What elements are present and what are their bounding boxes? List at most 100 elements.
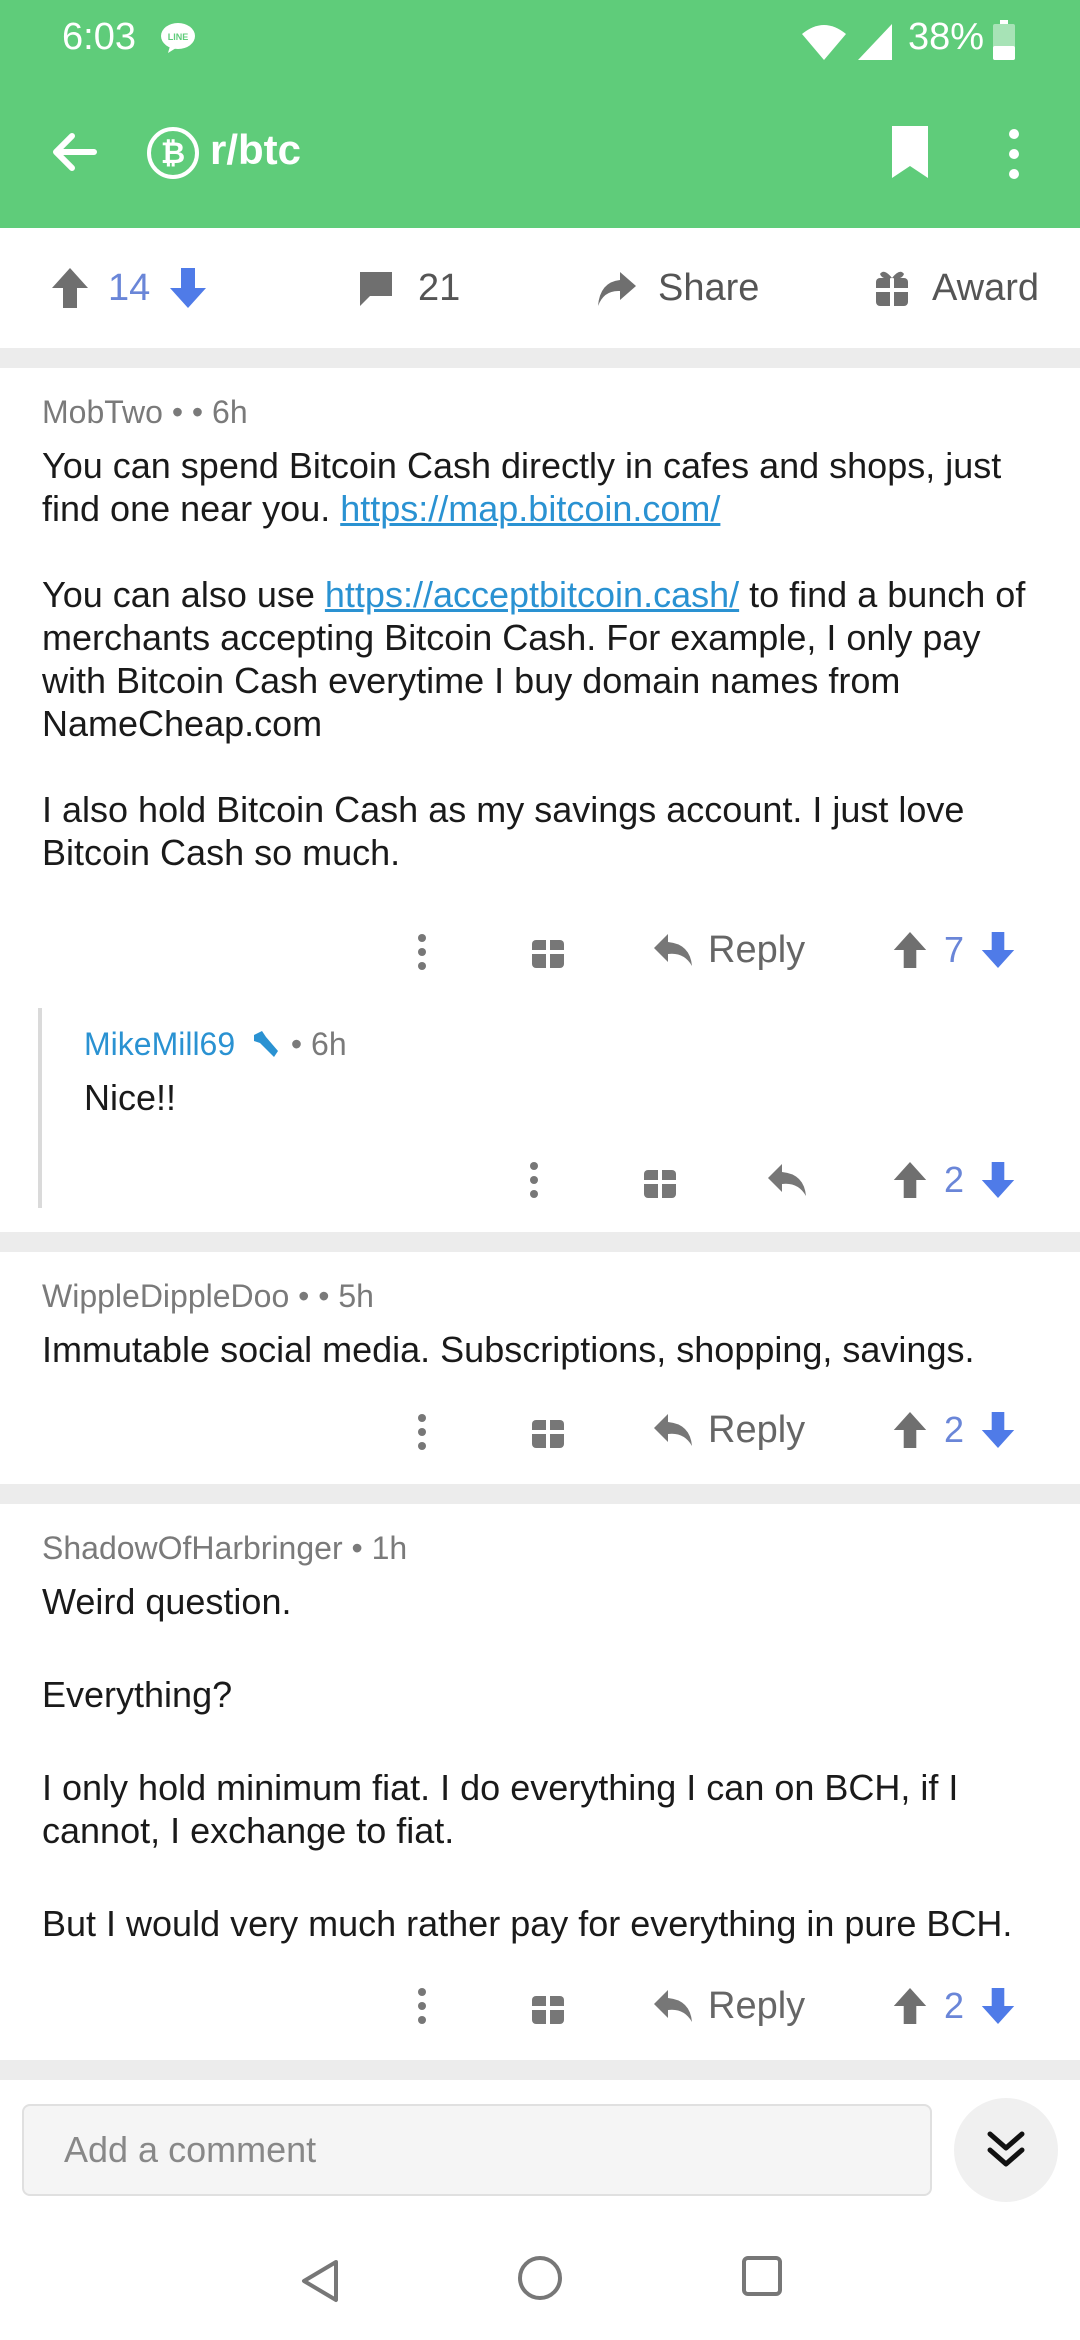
comment-vote-group: 2 (892, 1402, 1016, 1458)
comment-time: • • 5h (298, 1278, 374, 1314)
comment-author[interactable]: WippleDippleDoo (42, 1278, 289, 1314)
comment-score: 2 (944, 1159, 965, 1200)
post-score: 14 (108, 266, 151, 309)
status-bar: 6:03 LINE 38% (0, 0, 1080, 80)
double-chevron-down-icon (987, 2131, 1025, 2167)
add-comment-input[interactable] (24, 2106, 930, 2194)
comment-paragraph: I only hold minimum fiat. I do everythin… (42, 1767, 959, 1851)
reply-arrow-icon (654, 1990, 692, 2022)
back-arrow-icon[interactable] (44, 122, 104, 182)
downvote-arrow-icon[interactable] (980, 930, 1016, 970)
gift-icon (876, 271, 908, 306)
section-divider (0, 348, 1080, 368)
more-options-icon[interactable] (524, 1152, 544, 1208)
reply-button[interactable]: Reply (652, 1402, 805, 1458)
nav-home-icon[interactable] (516, 2254, 564, 2302)
status-time: 6:03 (62, 16, 136, 58)
section-divider (0, 1232, 1080, 1252)
line-app-icon: LINE (161, 23, 195, 53)
reply-arrow-icon[interactable] (766, 1162, 808, 1198)
acceptbitcoin-link[interactable]: https://acceptbitcoin.cash/ (325, 574, 739, 615)
upvote-arrow-icon[interactable] (892, 1986, 928, 2026)
svg-text:LINE: LINE (168, 32, 189, 42)
comment-meta: MobTwo • • 6h (42, 394, 248, 431)
upvote-arrow-icon[interactable] (892, 1160, 928, 1200)
comment-paragraph: You can also use https://acceptbitcoin.c… (42, 573, 1042, 745)
comment-meta: WippleDippleDoo • • 5h (42, 1278, 374, 1315)
upvote-arrow-icon[interactable] (50, 266, 90, 310)
reply-button[interactable]: Reply (652, 1978, 805, 2034)
more-options-icon[interactable] (412, 1978, 432, 2034)
map-link[interactable]: https://map.bitcoin.com/ (340, 488, 720, 529)
jump-next-button[interactable] (954, 2098, 1058, 2202)
comment-paragraph: Weird question. (42, 1581, 292, 1622)
post-comments-button[interactable]: 21 (356, 260, 460, 316)
upvote-arrow-icon[interactable] (892, 930, 928, 970)
more-options-icon[interactable] (412, 924, 432, 980)
comment-text: You can also use (42, 574, 325, 615)
comment-time: • 6h (290, 1026, 347, 1062)
wifi-icon (802, 25, 846, 60)
comment-body: Nice!! (84, 1077, 177, 1118)
comment-score: 2 (944, 1409, 965, 1450)
nav-recents-icon[interactable] (740, 2254, 784, 2298)
reply-arrow-icon (654, 934, 692, 966)
post-share-label: Share (658, 266, 760, 309)
bitcoin-icon: ₿ (147, 127, 199, 179)
downvote-arrow-icon[interactable] (980, 1410, 1016, 1450)
award-gift-icon[interactable] (530, 1410, 566, 1450)
comment-author[interactable]: MobTwo (42, 394, 163, 430)
upvote-arrow-icon[interactable] (892, 1410, 928, 1450)
comment-time: • 1h (351, 1530, 408, 1566)
comment-score: 2 (944, 1985, 965, 2026)
battery-icon (993, 20, 1015, 60)
nav-back-icon[interactable] (296, 2256, 346, 2306)
comment-vote-group: 2 (892, 1152, 1016, 1208)
comment-vote-group: 2 (892, 1978, 1016, 2034)
subreddit-title[interactable]: r/btc (210, 126, 301, 174)
add-comment-field[interactable] (22, 2104, 932, 2196)
reply-button[interactable]: Reply (652, 922, 805, 978)
post-action-bar: 14 21 Share Award (0, 228, 1080, 348)
comment-author[interactable]: ShadowOfHarbringer (42, 1530, 343, 1566)
signal-icon (858, 24, 892, 60)
award-gift-icon[interactable] (530, 930, 566, 970)
app-bar: 6:03 LINE 38% ₿ r/btc (0, 0, 1080, 228)
post-vote-group: 14 (50, 260, 208, 316)
downvote-arrow-icon[interactable] (168, 266, 208, 310)
battery-percent: 38% (908, 16, 985, 58)
comment-paragraph: Everything? (42, 1674, 233, 1715)
comment-paragraph: You can spend Bitcoin Cash directly in c… (42, 444, 1042, 530)
downvote-arrow-icon[interactable] (980, 1986, 1016, 2026)
post-award-label: Award (932, 266, 1040, 309)
post-award-button[interactable]: Award (874, 260, 1039, 316)
post-comment-count: 21 (418, 266, 461, 309)
reply-label: Reply (708, 1984, 806, 2027)
more-vertical-icon[interactable] (1000, 124, 1028, 184)
comment-body: You can spend Bitcoin Cash directly in c… (42, 444, 1042, 874)
reply-arrow-icon (654, 1414, 692, 1446)
reply-thread-line (38, 1008, 42, 1208)
share-arrow-icon (598, 272, 636, 306)
moderator-wrench-icon (254, 1031, 279, 1057)
comment-vote-group: 7 (892, 922, 1016, 978)
comment-body: Immutable social media. Subscriptions, s… (42, 1329, 975, 1370)
bookmark-icon[interactable] (880, 122, 940, 182)
comment-meta: ShadowOfHarbringer • 1h (42, 1530, 407, 1567)
award-gift-icon[interactable] (530, 1986, 566, 2026)
comment-body: Weird question. Everything? I only hold … (42, 1580, 1042, 1945)
svg-text:₿: ₿ (161, 136, 185, 171)
downvote-arrow-icon[interactable] (980, 1160, 1016, 1200)
post-share-button[interactable]: Share (594, 260, 759, 316)
comment-score: 7 (944, 929, 965, 970)
comment-meta: MikeMill69 • 6h (84, 1026, 347, 1063)
award-gift-icon[interactable] (642, 1160, 678, 1200)
comment-time: • • 6h (171, 394, 248, 430)
comment-paragraph: I also hold Bitcoin Cash as my savings a… (42, 789, 965, 873)
more-options-icon[interactable] (412, 1404, 432, 1460)
comment-bubble-icon (360, 272, 392, 306)
comment-paragraph: But I would very much rather pay for eve… (42, 1903, 1013, 1944)
reply-label: Reply (708, 928, 806, 971)
comment-author[interactable]: MikeMill69 (84, 1026, 235, 1062)
reply-label: Reply (708, 1408, 806, 1451)
